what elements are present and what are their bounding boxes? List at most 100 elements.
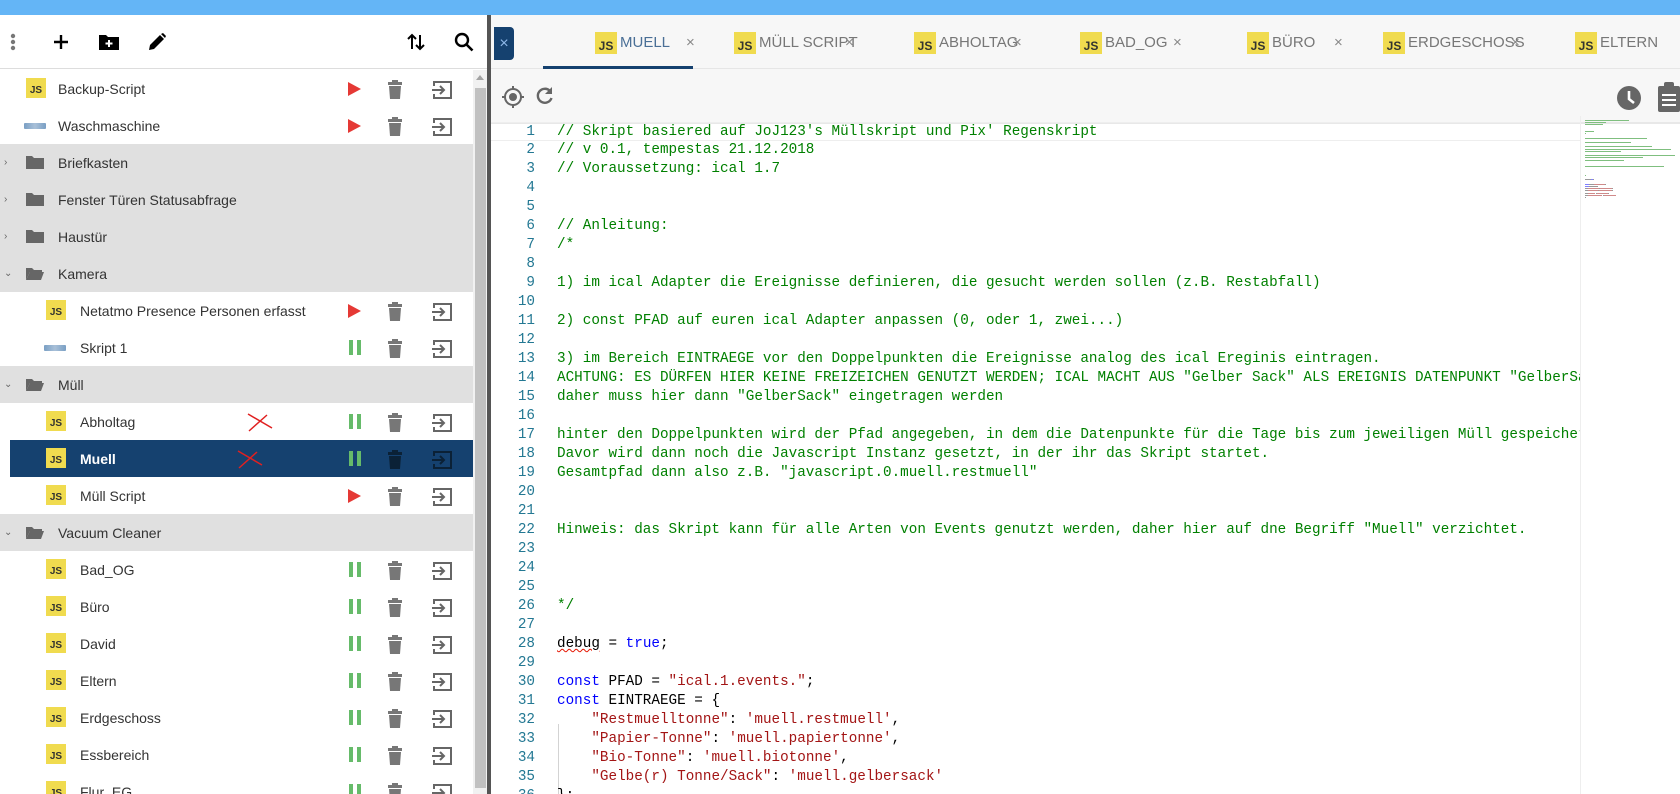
code-editor[interactable]: 1 // Skript basiered auf JoJ123's Müllskr… [491, 116, 1580, 794]
delete-icon[interactable] [387, 339, 407, 359]
tab-close-icon[interactable]: × [1013, 34, 1022, 51]
pause-icon[interactable] [349, 636, 362, 651]
edit-icon[interactable] [144, 29, 170, 55]
play-icon[interactable] [348, 489, 361, 503]
code-line[interactable]: 20 [491, 483, 1580, 502]
script-row[interactable]: JS Essbereich [0, 736, 473, 773]
export-icon[interactable] [431, 413, 452, 433]
folder-row[interactable]: ⌄ Vacuum Cleaner [0, 514, 473, 551]
tab-close-icon[interactable]: × [1334, 34, 1343, 51]
export-icon[interactable] [431, 450, 452, 470]
export-icon[interactable] [431, 80, 452, 100]
export-icon[interactable] [431, 783, 452, 794]
close-all-tabs-button[interactable]: × [494, 27, 514, 60]
add-folder-icon[interactable] [96, 29, 122, 55]
script-row[interactable]: Waschmaschine [0, 107, 473, 144]
chevron-down-icon[interactable]: ⌄ [4, 268, 12, 279]
refresh-icon[interactable] [533, 85, 555, 112]
script-row[interactable]: JS Müll Script [0, 477, 473, 514]
code-line[interactable]: 8 [491, 255, 1580, 274]
export-icon[interactable] [431, 302, 452, 322]
explorer-scrollbar[interactable] [473, 70, 487, 794]
code-line[interactable]: 10 [491, 293, 1580, 312]
export-icon[interactable] [431, 709, 452, 729]
play-icon[interactable] [348, 119, 361, 133]
code-line[interactable]: 3 // Voraussetzung: ical 1.7 [491, 160, 1580, 179]
script-row[interactable]: JS Backup-Script [0, 70, 473, 107]
delete-icon[interactable] [387, 80, 407, 100]
chevron-down-icon[interactable]: ⌄ [4, 379, 12, 390]
code-line[interactable]: 2 // v 0.1, tempestas 21.12.2018 [491, 141, 1580, 160]
tab-close-icon[interactable]: × [845, 34, 854, 51]
pause-icon[interactable] [349, 784, 362, 794]
code-line[interactable]: 12 [491, 331, 1580, 350]
script-row[interactable]: Skript 1 [0, 329, 473, 366]
delete-icon[interactable] [387, 635, 407, 655]
play-icon[interactable] [348, 82, 361, 96]
scrollbar-thumb[interactable] [475, 88, 486, 788]
pause-icon[interactable] [349, 340, 362, 355]
code-line[interactable]: 11 2) const PFAD auf euren ical Adapter a… [491, 312, 1580, 331]
pause-icon[interactable] [349, 747, 362, 762]
pause-icon[interactable] [349, 562, 362, 577]
code-line[interactable]: 16 [491, 407, 1580, 426]
play-icon[interactable] [348, 304, 361, 318]
folder-row[interactable]: › Fenster Türen Statusabfrage [0, 181, 473, 218]
script-row[interactable]: JS David [0, 625, 473, 662]
pause-icon[interactable] [349, 673, 362, 688]
script-row[interactable]: JS Abholtag [0, 403, 473, 440]
pause-icon[interactable] [349, 451, 362, 466]
code-minimap[interactable] [1580, 116, 1680, 794]
delete-icon[interactable] [387, 672, 407, 692]
code-line[interactable]: 18 Davor wird dann noch die Javascript In… [491, 445, 1580, 464]
code-line[interactable]: 34 "Bio-Tonne": 'muell.biotonne', [491, 749, 1580, 768]
chevron-right-icon[interactable]: › [4, 194, 7, 205]
folder-row[interactable]: ⌄ Müll [0, 366, 473, 403]
script-row[interactable]: JS Flur_EG [0, 773, 473, 794]
delete-icon[interactable] [387, 450, 407, 470]
search-icon[interactable] [451, 29, 477, 55]
code-line[interactable]: 9 1) im ical Adapter die Ereignisse defin… [491, 274, 1580, 293]
code-line[interactable]: 7 /* [491, 236, 1580, 255]
folder-row[interactable]: ⌄ Kamera [0, 255, 473, 292]
export-icon[interactable] [431, 746, 452, 766]
delete-icon[interactable] [387, 746, 407, 766]
delete-icon[interactable] [387, 709, 407, 729]
code-line[interactable]: 29 [491, 654, 1580, 673]
code-line[interactable]: 15 daher muss hier dann "GelberSack" eing… [491, 388, 1580, 407]
tab-close-icon[interactable]: × [1511, 34, 1520, 51]
code-line[interactable]: 23 [491, 540, 1580, 559]
more-vert-icon[interactable] [0, 29, 26, 55]
clipboard-icon[interactable] [1658, 82, 1680, 117]
code-line[interactable]: 1 // Skript basiered auf JoJ123's Müllskr… [491, 122, 1580, 141]
export-icon[interactable] [431, 635, 452, 655]
add-script-icon[interactable] [48, 29, 74, 55]
delete-icon[interactable] [387, 487, 407, 507]
code-line[interactable]: 6 // Anleitung: [491, 217, 1580, 236]
code-line[interactable]: 26 */ [491, 597, 1580, 616]
sort-icon[interactable] [403, 29, 429, 55]
tab-close-icon[interactable]: × [1173, 34, 1182, 51]
code-line[interactable]: 36}; [491, 787, 1580, 794]
folder-row[interactable]: › Haustür [0, 218, 473, 255]
pause-icon[interactable] [349, 599, 362, 614]
chevron-right-icon[interactable]: › [4, 157, 7, 168]
export-icon[interactable] [431, 561, 452, 581]
chevron-right-icon[interactable]: › [4, 231, 7, 242]
code-line[interactable]: 35 "Gelbe(r) Tonne/Sack": 'muell.gelbers… [491, 768, 1580, 787]
export-icon[interactable] [431, 339, 452, 359]
delete-icon[interactable] [387, 598, 407, 618]
code-line[interactable]: 22 Hinweis: das Skript kann für alle Arte… [491, 521, 1580, 540]
code-line[interactable]: 13 3) im Bereich EINTRAEGE vor den Doppel… [491, 350, 1580, 369]
pause-icon[interactable] [349, 710, 362, 725]
code-line[interactable]: 32 "Restmuelltonne": 'muell.restmuell', [491, 711, 1580, 730]
code-line[interactable]: 14 ACHTUNG: ES DÜRFEN HIER KEINE FREIZEIC… [491, 369, 1580, 388]
code-line[interactable]: 25 [491, 578, 1580, 597]
script-row[interactable]: JS Eltern [0, 662, 473, 699]
script-row[interactable]: JS Büro [0, 588, 473, 625]
export-icon[interactable] [431, 598, 452, 618]
code-line[interactable]: 28 debug = true; [491, 635, 1580, 654]
folder-row[interactable]: › Briefkasten [0, 144, 473, 181]
export-icon[interactable] [431, 117, 452, 137]
code-line[interactable]: 19 Gesamtpfad dann also z.B. "javascript.… [491, 464, 1580, 483]
